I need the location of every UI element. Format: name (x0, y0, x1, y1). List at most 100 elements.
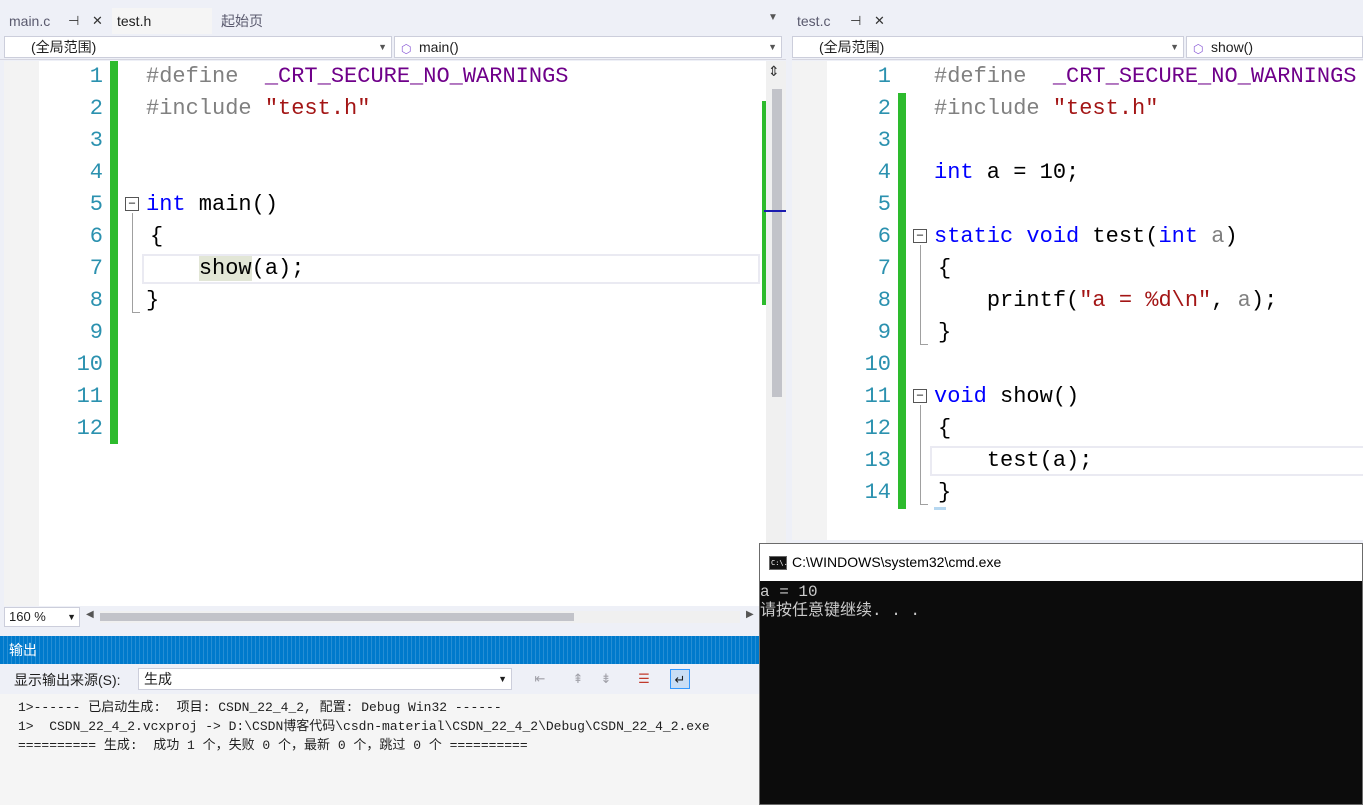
code-line-6: { (150, 224, 164, 249)
horizontal-scroll-thumb[interactable] (100, 613, 574, 621)
keyword-token: static (934, 224, 1014, 249)
line-number: 3 (877, 128, 891, 153)
tab-label: 起始页 (221, 13, 263, 29)
highlighted-identifier: show (198, 256, 252, 281)
go-to-location-icon[interactable]: ⇤ (530, 669, 550, 689)
parameter-token: a (1198, 224, 1225, 249)
member-dropdown[interactable]: ⬡ main() ▼ (394, 36, 782, 58)
left-navigation-bar: (全局范围) ▼ ⬡ main() ▼ (0, 34, 786, 60)
right-code-editor[interactable]: 1 2 3 4 5 6 7 8 9 10 11 12 13 14 − − #de… (792, 61, 1363, 540)
code-line-8: } (146, 288, 160, 313)
console-line: a = 10 (760, 583, 818, 601)
zoom-dropdown[interactable]: 160 % ▼ (4, 607, 80, 627)
scroll-change-marker (762, 101, 766, 305)
clear-all-icon[interactable]: ☰ (634, 669, 654, 689)
collapse-icon[interactable]: − (913, 389, 927, 403)
line-number: 4 (877, 160, 891, 185)
preprocessor-token: #include (934, 96, 1040, 121)
line-number: 5 (877, 192, 891, 217)
change-indicator-bar (110, 61, 118, 444)
string-token: "a = %d\n" (1079, 288, 1212, 313)
output-log: 1>------ 已启动生成: 项目: CSDN_22_4_2, 配置: Deb… (0, 694, 760, 755)
code-line-7: { (938, 256, 952, 281)
next-message-icon[interactable]: ⇟ (596, 669, 616, 689)
scope-dropdown[interactable]: (全局范围) ▼ (4, 36, 392, 58)
console-output[interactable]: a = 10 请按任意键继续. . . (760, 581, 1362, 621)
line-number: 4 (89, 160, 103, 185)
code-line-2: #include "test.h" (934, 93, 1158, 125)
tab-test-c[interactable]: test.c ⊣ ✕ (792, 8, 894, 34)
fold-guide-end (920, 504, 928, 505)
code-text: ) (1224, 224, 1238, 249)
line-number: 1 (877, 64, 891, 89)
line-number: 2 (877, 96, 891, 121)
string-token: "test.h" (1052, 96, 1159, 121)
function-cube-icon: ⬡ (401, 42, 412, 56)
collapse-icon[interactable]: − (125, 197, 139, 211)
text-caret-marker (934, 507, 946, 510)
close-icon[interactable]: ✕ (874, 8, 885, 34)
previous-message-icon[interactable]: ⇞ (568, 669, 588, 689)
line-number: 5 (89, 192, 103, 217)
word-wrap-icon[interactable]: ↵ (670, 669, 690, 689)
line-number: 6 (89, 224, 103, 249)
line-number: 6 (877, 224, 891, 249)
output-toolbar: 显示输出来源(S): 生成 ▼ ⇤ ⇞ ⇟ ☰ ↵ (0, 664, 760, 694)
code-line-7: show(a); (146, 253, 304, 285)
line-number: 9 (89, 320, 103, 345)
code-text: show() (986, 384, 1080, 409)
vertical-scrollbar[interactable]: ⇕ (762, 61, 786, 606)
code-line-13: test(a); (934, 445, 1093, 477)
collapse-icon[interactable]: − (913, 229, 927, 243)
string-token: "test.h" (264, 96, 371, 121)
code-line-1: #define _CRT_SECURE_NO_WARNINGS (934, 61, 1356, 93)
line-number: 10 (76, 352, 103, 377)
scrollbar-thumb[interactable] (772, 89, 782, 397)
left-tab-bar: main.c ⊣ ✕ test.h 起始页 ▼ (0, 8, 786, 34)
fold-guide (920, 245, 921, 345)
code-text: test(a); (986, 448, 1093, 473)
left-code-editor[interactable]: 1 2 3 4 5 6 7 8 9 10 11 12 − #define _CR… (4, 61, 786, 606)
preprocessor-token: #include (146, 96, 252, 121)
console-title-bar[interactable]: C:\. C:\WINDOWS\system32\cmd.exe (760, 544, 1362, 581)
tab-label: test.h (117, 13, 152, 29)
tab-test-h[interactable]: test.h (112, 8, 212, 34)
scroll-right-icon[interactable]: ▶ (746, 609, 754, 620)
pin-icon[interactable]: ⊣ (68, 8, 79, 34)
code-line-12: { (938, 416, 952, 441)
member-dropdown[interactable]: ⬡ show() (1186, 36, 1363, 58)
code-text: main() (185, 192, 279, 217)
tab-main-c[interactable]: main.c ⊣ ✕ (4, 8, 112, 34)
scope-dropdown[interactable]: (全局范围) ▼ (792, 36, 1184, 58)
output-source-dropdown[interactable]: 生成 ▼ (138, 668, 512, 690)
horizontal-scrollbar[interactable] (100, 611, 740, 623)
right-editor-pane: test.c ⊣ ✕ (全局范围) ▼ ⬡ show() 1 2 3 4 5 6 … (792, 0, 1363, 540)
scroll-left-icon[interactable]: ◀ (86, 609, 94, 620)
code-line-5: int main() (146, 189, 278, 221)
code-text: test( (1079, 224, 1159, 249)
code-line-4: int a = 10; (934, 157, 1079, 189)
pin-icon[interactable]: ⊣ (850, 8, 861, 34)
scope-value: (全局范围) (31, 39, 97, 55)
code-line-14: } (938, 480, 952, 505)
console-window[interactable]: C:\. C:\WINDOWS\system32\cmd.exe a = 10 请… (759, 543, 1363, 805)
line-number: 7 (89, 256, 103, 281)
tab-start-page[interactable]: 起始页 (216, 8, 296, 34)
code-text: a = 10; (973, 160, 1080, 185)
line-number: 2 (89, 96, 103, 121)
output-line: 1> CSDN_22_4_2.vcxproj -> D:\CSDN博客代码\cs… (18, 719, 710, 734)
chevron-down-icon: ▼ (1170, 42, 1179, 52)
tab-label: test.c (797, 13, 831, 29)
line-number: 11 (76, 384, 103, 409)
close-icon[interactable]: ✕ (92, 8, 103, 34)
tab-list-dropdown-icon[interactable]: ▼ (768, 12, 778, 23)
output-panel-title: 输出 (0, 636, 760, 664)
left-editor-status-bar: 160 % ▼ ◀ ▶ (0, 607, 786, 627)
zoom-value: 160 % (9, 609, 46, 624)
chevron-down-icon: ▼ (67, 612, 76, 622)
split-window-icon[interactable]: ⇕ (768, 63, 780, 80)
console-title: C:\WINDOWS\system32\cmd.exe (792, 554, 1002, 570)
chevron-down-icon: ▼ (498, 674, 507, 684)
line-number: 8 (877, 288, 891, 313)
chevron-down-icon: ▼ (378, 42, 387, 52)
